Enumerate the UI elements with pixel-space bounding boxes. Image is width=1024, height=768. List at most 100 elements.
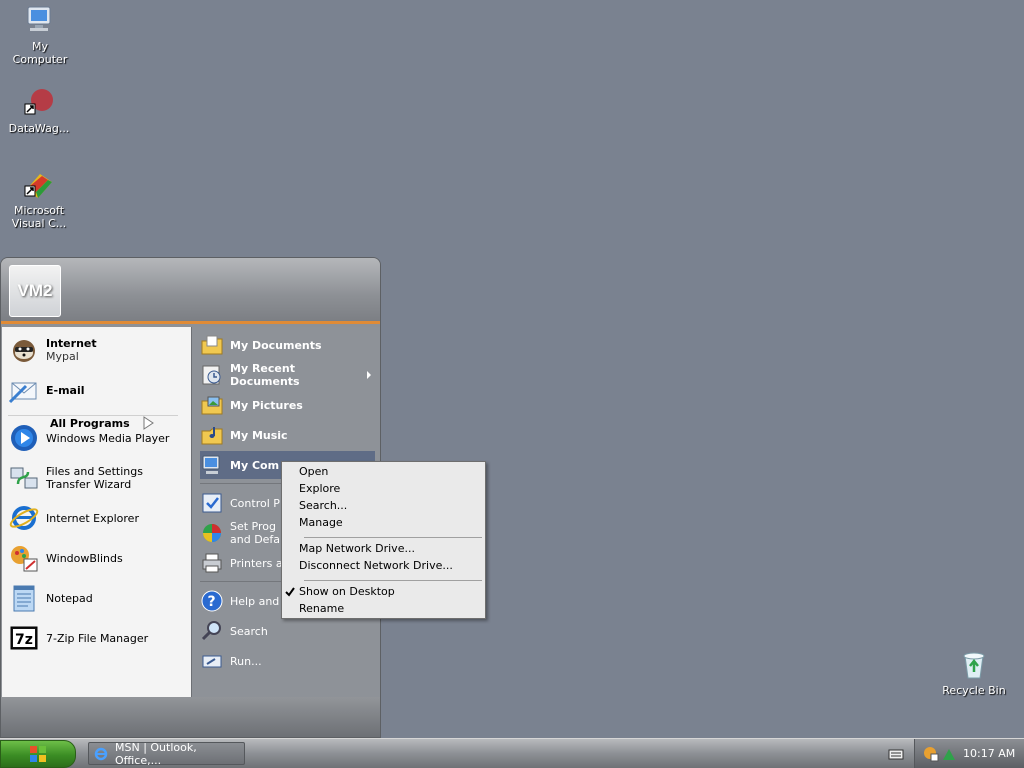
pinned-item-title: E-mail [46, 383, 85, 397]
visual-c-shortcut-icon [24, 174, 52, 198]
system-run[interactable]: Run... [200, 647, 375, 675]
system-label: Run... [230, 654, 262, 668]
my-computer-icon [202, 455, 220, 474]
all-programs-label: All Programs [50, 416, 130, 430]
printers-icon [202, 553, 222, 573]
recent-item-internet-explorer[interactable]: Internet Explorer [8, 501, 184, 535]
user-avatar[interactable]: VM2 [9, 265, 61, 317]
help-icon: ? [201, 590, 223, 612]
place-label: My Documents [230, 338, 322, 352]
place-my-recent-documents[interactable]: My Recent Documents [200, 361, 375, 389]
place-label-line1: My Recent [230, 362, 295, 375]
taskbar: MSN | Outlook, Office,... 10:17 AM [0, 738, 1024, 768]
internet-explorer-icon [9, 506, 39, 530]
place-label: My Music [230, 428, 288, 442]
my-computer-icon [27, 6, 51, 31]
user-name: VM2 [17, 281, 53, 300]
ctx-search[interactable]: Search... [299, 498, 479, 514]
ctx-rename[interactable]: Rename [299, 601, 479, 617]
desktop-icon-datawag[interactable]: DataWag... [1, 86, 77, 135]
ctx-manage[interactable]: Manage [299, 515, 479, 531]
email-icon [8, 382, 37, 404]
my-music-icon [201, 427, 223, 445]
recent-item-windowblinds[interactable]: WindowBlinds [8, 541, 184, 575]
windowblinds-icon [11, 546, 38, 572]
start-menu-footer [1, 697, 380, 737]
place-my-pictures[interactable]: My Pictures [200, 391, 375, 419]
system-label: Help and [230, 594, 280, 608]
system-tray: 10:17 AM [914, 739, 1024, 768]
place-label: My Pictures [230, 398, 303, 412]
desktop-icon-recycle-bin[interactable]: Recycle Bin [936, 648, 1012, 697]
control-panel-icon [202, 493, 222, 513]
desktop-icon-label: My Computer [12, 40, 68, 66]
run-icon [202, 655, 222, 668]
clock[interactable]: 10:17 AM [963, 747, 1015, 760]
my-pictures-icon [201, 396, 223, 415]
my-documents-icon [201, 335, 223, 355]
network-tray-icon[interactable] [941, 746, 957, 762]
notepad-icon [13, 585, 35, 612]
system-label-line1: Set Prog [230, 520, 276, 533]
7zip-icon: 7z [10, 626, 38, 650]
submenu-arrow-icon [367, 371, 371, 379]
ctx-separator [304, 580, 482, 581]
internet-explorer-icon [94, 747, 108, 760]
recent-item-label: 7-Zip File Manager [46, 631, 149, 645]
recent-documents-icon [202, 365, 221, 385]
ctx-map-network-drive[interactable]: Map Network Drive... [299, 541, 479, 557]
place-my-documents[interactable]: My Documents [200, 331, 375, 359]
desktop-icon-label: DataWag... [8, 122, 70, 135]
desktop-icon-label: Recycle Bin [942, 684, 1006, 697]
svg-text:?: ? [208, 594, 216, 610]
svg-text:7z: 7z [15, 632, 33, 648]
checkmark-icon [285, 587, 295, 597]
keyboard-icon[interactable] [888, 747, 904, 761]
ctx-separator [304, 537, 482, 538]
system-label: Control P [230, 496, 280, 510]
recent-item-label: WindowBlinds [46, 551, 123, 565]
system-label: Printers a [230, 556, 283, 570]
place-my-music[interactable]: My Music [200, 421, 375, 449]
recycle-bin-icon [963, 652, 985, 679]
ctx-show-on-desktop[interactable]: Show on Desktop [299, 584, 479, 600]
desktop-icon-visual-c[interactable]: Microsoft Visual C... [1, 168, 77, 230]
system-label: Search [230, 624, 268, 638]
pinned-item-email[interactable]: E-mail [8, 373, 184, 407]
datawag-shortcut-icon [24, 89, 53, 115]
taskbar-button-msn[interactable]: MSN | Outlook, Office,... [88, 740, 245, 767]
desktop-icon-label: Microsoft Visual C... [11, 204, 67, 230]
arrow-right-icon [143, 416, 154, 430]
recent-item-7zip[interactable]: 7z 7-Zip File Manager [8, 621, 184, 655]
pinned-item-subtitle: Mypal [46, 350, 79, 363]
system-label-line2: and Defa [230, 533, 281, 546]
pinned-item-title: Internet [46, 337, 97, 350]
set-program-defaults-icon [203, 524, 221, 542]
windows-media-player-icon [11, 425, 37, 451]
ctx-disconnect-network-drive[interactable]: Disconnect Network Drive... [299, 558, 479, 574]
pinned-item-internet[interactable]: Internet Mypal [8, 333, 184, 367]
windows-logo-icon [30, 746, 46, 762]
recent-item-notepad[interactable]: Notepad [8, 581, 184, 615]
ctx-open[interactable]: Open [299, 464, 479, 480]
search-icon [201, 621, 221, 641]
mypal-icon [13, 340, 35, 362]
recent-item-label-line2: Transfer Wizard [46, 478, 132, 491]
start-button[interactable] [0, 740, 76, 768]
recent-item-transfer-wizard[interactable]: Files and Settings Transfer Wizard [8, 461, 184, 495]
recent-item-label-line1: Files and Settings [46, 465, 143, 478]
place-label: My Com [230, 458, 280, 472]
system-search[interactable]: Search [200, 617, 375, 645]
start-menu-header: VM2 [1, 258, 380, 324]
taskbar-button-label: MSN | Outlook, Office,... [115, 740, 197, 767]
desktop-icon-my-computer[interactable]: My Computer [2, 4, 78, 66]
recent-item-label: Windows Media Player [46, 431, 170, 445]
recent-item-label: Internet Explorer [46, 511, 139, 525]
transfer-wizard-icon [10, 467, 38, 489]
ctx-explore[interactable]: Explore [299, 481, 479, 497]
windowblinds-tray-icon[interactable] [923, 746, 939, 762]
all-programs-button[interactable]: All Programs [50, 413, 156, 433]
place-label-line2: Documents [230, 375, 300, 388]
context-menu: Open Explore Search... Manage Map Networ… [281, 461, 486, 619]
recent-item-label: Notepad [46, 591, 93, 605]
